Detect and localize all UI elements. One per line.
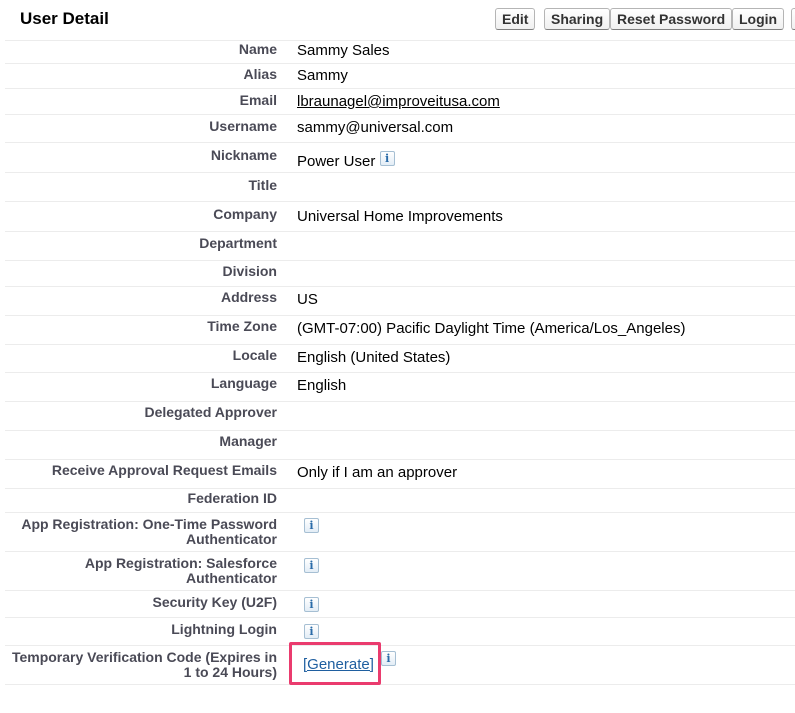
- reset-password-button[interactable]: Reset Password: [610, 8, 733, 30]
- field-label: Name: [238, 41, 277, 57]
- field-label: Nickname: [210, 147, 277, 163]
- sharing-button[interactable]: Sharing: [544, 8, 611, 30]
- field-value-time-zone: (GMT-07:00) Pacific Daylight Time (Ameri…: [297, 320, 686, 337]
- generate-link[interactable]: [Generate]: [303, 656, 374, 673]
- field-label: App Registration: One-Time Password Authe…: [21, 517, 277, 547]
- field-label: Username: [209, 118, 277, 134]
- field-value-alias: Sammy: [297, 67, 348, 84]
- field-label: Lightning Login: [171, 621, 277, 637]
- field-row-alias: [5, 64, 795, 89]
- label-line: Authenticator: [186, 531, 277, 547]
- field-row-federation-id: [5, 489, 795, 513]
- field-label: Time Zone: [207, 318, 277, 334]
- email-link[interactable]: lbraunagel@improveitusa.com: [297, 93, 500, 110]
- more-button[interactable]: [791, 8, 795, 30]
- field-label: Locale: [232, 347, 277, 363]
- field-label: App Registration: Salesforce Authenticato…: [85, 556, 277, 586]
- field-row-name: [5, 40, 795, 64]
- field-row-manager: [5, 431, 795, 460]
- field-label: Manager: [219, 433, 277, 449]
- field-row-division: [5, 261, 795, 287]
- field-value-language: English: [297, 377, 347, 394]
- field-row-nickname: [5, 143, 795, 173]
- label-line: App Registration: Salesforce: [84, 555, 277, 571]
- field-label: Temporary Verification Code (Expires in 1…: [12, 650, 277, 680]
- info-icon[interactable]: i: [379, 150, 395, 166]
- user-detail-header: User Detail Edit Sharing Reset Password …: [0, 0, 795, 40]
- field-row-address: [5, 287, 795, 316]
- field-row-security-key: [5, 591, 795, 618]
- field-value-name: Sammy Sales: [297, 42, 390, 59]
- field-value-receive-approval: Only if I am an approver: [297, 464, 458, 481]
- field-row-department: [5, 232, 795, 261]
- label-line: Authenticator: [186, 570, 277, 586]
- label-line: Temporary Verification Code (Expires in: [11, 649, 277, 665]
- info-icon[interactable]: i: [304, 597, 319, 612]
- field-label: Federation ID: [187, 490, 277, 506]
- field-value-nickname: Power User: [297, 153, 376, 170]
- field-row-language: [5, 373, 795, 402]
- edit-button[interactable]: Edit: [495, 8, 536, 30]
- field-label: Company: [213, 206, 277, 222]
- page-title: User Detail: [20, 9, 109, 28]
- field-label: Alias: [243, 66, 277, 82]
- field-label: Receive Approval Request Emails: [51, 462, 277, 478]
- info-icon[interactable]: i: [304, 518, 319, 533]
- field-label: Division: [222, 263, 277, 279]
- login-button[interactable]: Login: [732, 8, 785, 30]
- info-icon[interactable]: i: [381, 651, 396, 666]
- field-value-username: sammy@universal.com: [297, 119, 454, 136]
- field-value-locale: English (United States): [297, 349, 451, 366]
- label-line: App Registration: One-Time Password: [21, 516, 277, 532]
- field-label: Department: [199, 235, 277, 251]
- field-label: Security Key (U2F): [152, 594, 277, 610]
- field-label: Language: [210, 375, 277, 391]
- field-label: Address: [220, 289, 277, 305]
- field-value-company: Universal Home Improvements: [297, 208, 503, 225]
- field-label: Title: [248, 177, 277, 193]
- info-icon[interactable]: i: [304, 558, 319, 573]
- field-value-address: US: [297, 291, 318, 308]
- field-label: Delegated Approver: [144, 404, 277, 420]
- field-row-lightning-login: [5, 618, 795, 646]
- field-label: Email: [239, 92, 277, 108]
- label-line: 1 to 24 Hours): [183, 664, 277, 680]
- info-icon[interactable]: i: [304, 624, 319, 639]
- field-row-title: [5, 173, 795, 202]
- field-row-delegated-approver: [5, 402, 795, 431]
